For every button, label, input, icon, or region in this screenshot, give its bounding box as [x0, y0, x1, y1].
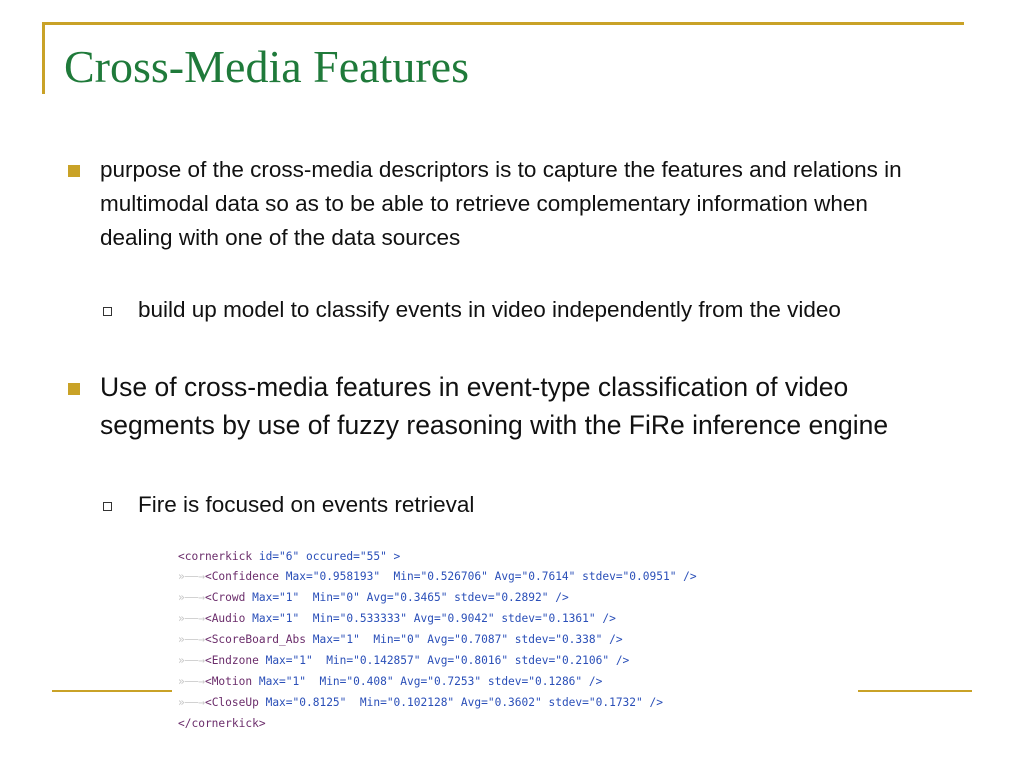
bullet-2-text: Use of cross-media features in event-typ… — [100, 372, 889, 440]
indent-arrow-icon: »——→ — [178, 633, 205, 646]
xml-line: »——→<ScoreBoard_Abs Max="1" Min="0" Avg=… — [178, 633, 623, 646]
footer-rule-left — [52, 690, 172, 692]
xml-tag: <Crowd — [204, 591, 246, 604]
xml-tag: <Audio — [204, 612, 246, 625]
sub-bullet-1-text: build up model to classify events in vid… — [138, 297, 841, 322]
xml-attrs: Max="0.8125" Min="0.102128" Avg="0.3602"… — [258, 696, 663, 709]
indent-arrow-icon: »——→ — [178, 654, 205, 667]
xml-tag: <Motion — [204, 675, 253, 688]
slide-title: Cross-Media Features — [64, 41, 469, 92]
footer-rule-right — [858, 690, 972, 692]
xml-attrs: id="6" occured="55" > — [252, 550, 401, 563]
indent-arrow-icon: »——→ — [178, 591, 205, 604]
indent-arrow-icon: »——→ — [178, 675, 205, 688]
xml-close-line: </cornerkick> — [178, 717, 266, 730]
xml-attrs: Max="1" Min="0.533333" Avg="0.9042" stde… — [245, 612, 616, 625]
xml-open-line: <cornerkick id="6" occured="55" > — [178, 550, 400, 563]
xml-attrs: Max="1" Min="0.142857" Avg="0.8016" stde… — [258, 654, 630, 667]
xml-tag: <ScoreBoard_Abs — [204, 633, 306, 646]
xml-tag: </cornerkick> — [178, 717, 266, 730]
sub-bullet-box-icon — [103, 307, 112, 316]
xml-attrs: Max="1" Min="0.408" Avg="0.7253" stdev="… — [252, 675, 603, 688]
xml-code-screenshot: <cornerkick id="6" occured="55" > »——→<C… — [172, 545, 858, 738]
xml-attrs: Max="1" Min="0" Avg="0.3465" stdev="0.28… — [245, 591, 569, 604]
title-frame-top-rule — [42, 22, 964, 25]
bullet-1-text: purpose of the cross-media descriptors i… — [100, 157, 902, 250]
sub-bullet-2-text: Fire is focused on events retrieval — [138, 492, 475, 517]
xml-tag: <Confidence — [204, 570, 280, 583]
xml-line: »——→<Audio Max="1" Min="0.533333" Avg="0… — [178, 612, 616, 625]
xml-tag: <Endzone — [204, 654, 259, 667]
title-frame-left-rule — [42, 22, 45, 94]
bullet-square-icon — [68, 383, 80, 395]
xml-attrs: Max="0.958193" Min="0.526706" Avg="0.761… — [279, 570, 697, 583]
xml-attrs: Max="1" Min="0" Avg="0.7087" stdev="0.33… — [306, 633, 623, 646]
xml-line: »——→<CloseUp Max="0.8125" Min="0.102128"… — [178, 696, 663, 709]
indent-arrow-icon: »——→ — [178, 612, 205, 625]
xml-line: »——→<Crowd Max="1" Min="0" Avg="0.3465" … — [178, 591, 569, 604]
sub-bullet-box-icon — [103, 502, 112, 511]
xml-line: »——→<Endzone Max="1" Min="0.142857" Avg=… — [178, 654, 629, 667]
bullet-square-icon — [68, 165, 80, 177]
xml-line: »——→<Confidence Max="0.958193" Min="0.52… — [178, 570, 697, 583]
xml-tag: <cornerkick — [178, 550, 253, 563]
xml-line: »——→<Motion Max="1" Min="0.408" Avg="0.7… — [178, 675, 602, 688]
xml-tag: <CloseUp — [204, 696, 259, 709]
indent-arrow-icon: »——→ — [178, 570, 205, 583]
indent-arrow-icon: »——→ — [178, 696, 205, 709]
